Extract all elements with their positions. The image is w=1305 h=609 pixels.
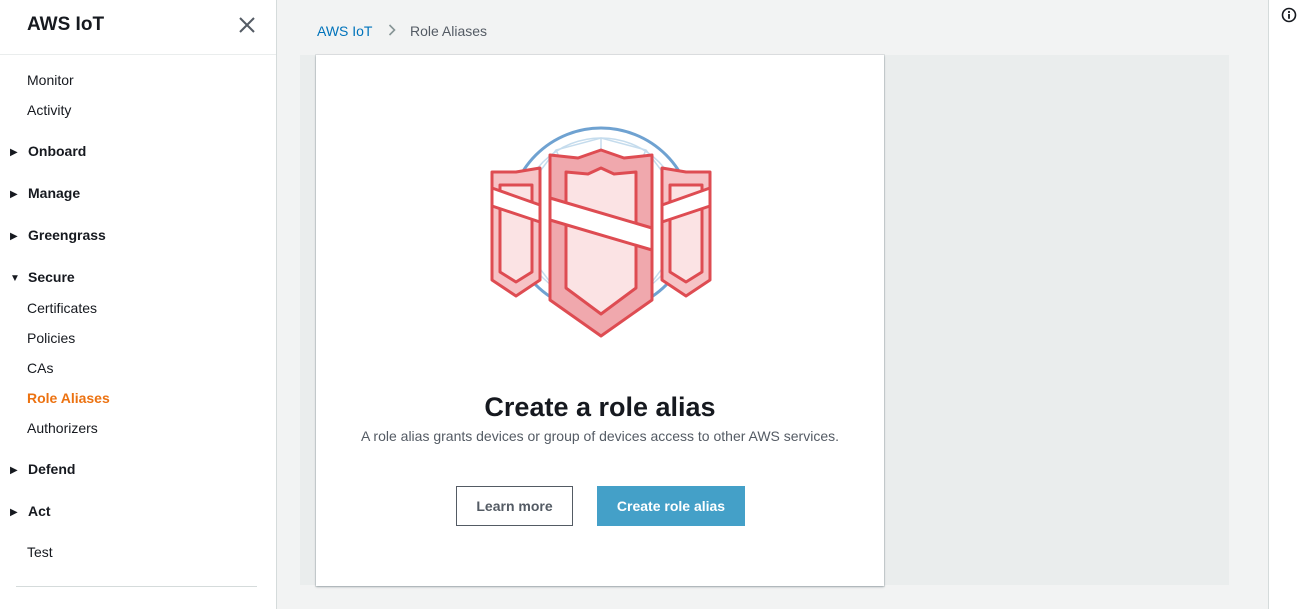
sidebar-divider [16,586,257,587]
sidebar-item-cas[interactable]: CAs [27,360,53,376]
info-icon[interactable] [1281,7,1297,23]
help-panel-rail [1268,0,1305,609]
sidebar-title: AWS IoT [27,14,105,35]
sidebar-item-policies[interactable]: Policies [27,330,75,346]
breadcrumb: AWS IoT Role Aliases [317,23,487,39]
sidebar-section-label: Act [28,503,51,519]
caret-right-icon: ▶ [10,231,18,242]
caret-right-icon: ▶ [10,465,18,476]
learn-more-button[interactable]: Learn more [456,486,573,526]
breadcrumb-current: Role Aliases [410,23,488,39]
chevron-right-icon [388,23,396,39]
sidebar: AWS IoT Monitor Activity ▶ Onboard ▶ Manag… [0,0,277,609]
card-subtitle: A role alias grants devices or group of … [360,428,840,444]
sidebar-section-label: Greengrass [28,227,106,243]
sidebar-item-test[interactable]: Test [27,544,53,560]
sidebar-item-monitor[interactable]: Monitor [27,72,74,88]
caret-right-icon: ▶ [10,189,18,200]
close-icon[interactable] [236,14,258,36]
create-role-alias-button[interactable]: Create role alias [597,486,745,526]
sidebar-section-manage[interactable]: ▶ Manage [10,185,80,201]
sidebar-item-certificates[interactable]: Certificates [27,300,97,316]
card-title: Create a role alias [484,392,716,422]
sidebar-section-secure[interactable]: ▼ Secure [10,269,75,285]
sidebar-item-role-aliases[interactable]: Role Aliases [27,390,110,406]
sidebar-section-label: Secure [28,269,75,285]
sidebar-section-act[interactable]: ▶ Act [10,503,51,519]
caret-down-icon: ▼ [10,273,20,284]
sidebar-section-label: Defend [28,461,76,477]
sidebar-section-greengrass[interactable]: ▶ Greengrass [10,227,106,243]
sidebar-section-onboard[interactable]: ▶ Onboard [10,143,86,159]
breadcrumb-link-aws-iot[interactable]: AWS IoT [317,23,372,39]
role-alias-shield-icon [490,126,712,338]
sidebar-divider [0,54,276,55]
caret-right-icon: ▶ [10,507,18,518]
sidebar-item-activity[interactable]: Activity [27,102,71,118]
sidebar-section-label: Onboard [28,143,87,159]
sidebar-section-label: Manage [28,185,81,201]
sidebar-section-defend[interactable]: ▶ Defend [10,461,75,477]
caret-right-icon: ▶ [10,147,18,158]
empty-state-card: Create a role alias A role alias grants … [316,55,884,586]
sidebar-item-authorizers[interactable]: Authorizers [27,420,98,436]
